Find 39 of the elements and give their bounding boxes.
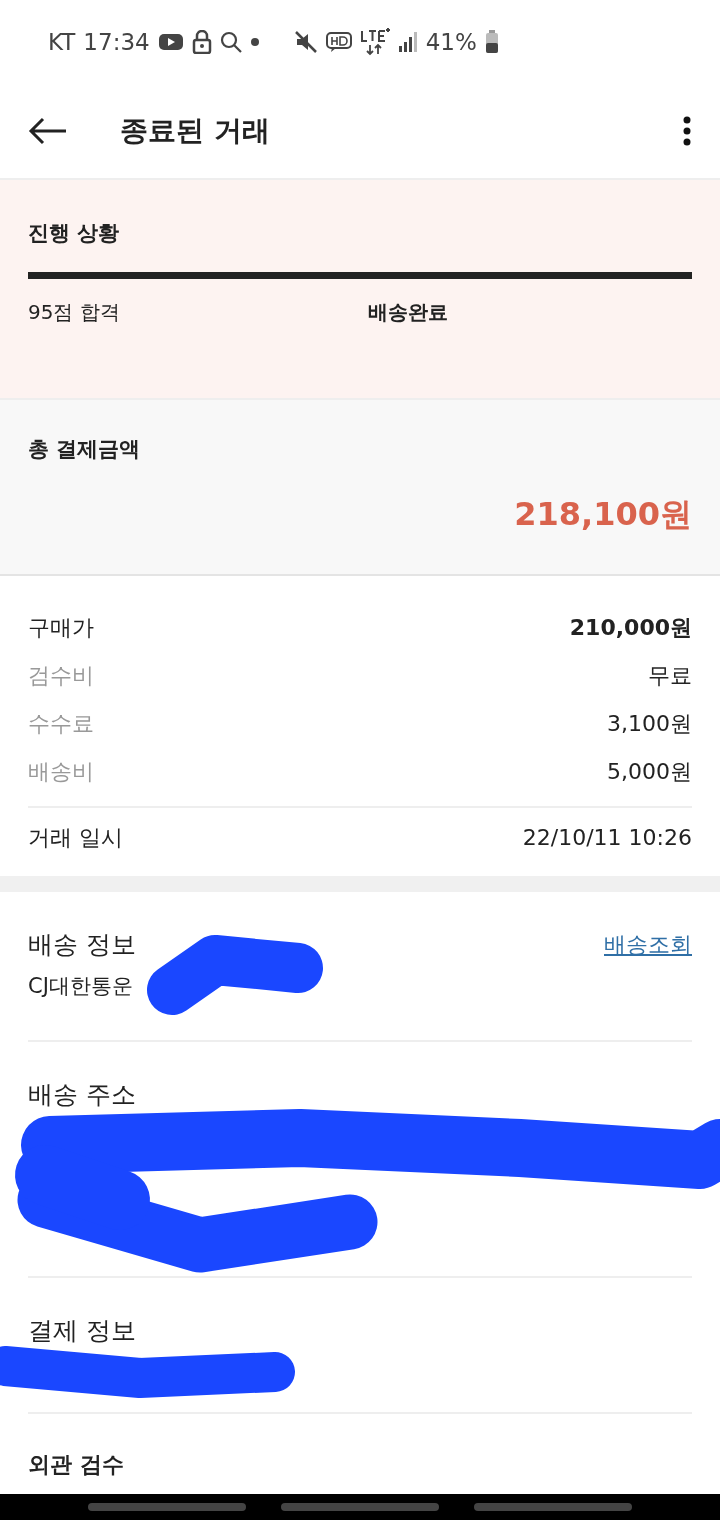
more-options-button[interactable] [682, 116, 692, 146]
courier-name: CJ대한통운 [28, 973, 134, 1000]
search-icon [219, 31, 242, 53]
clock-time: 17:34 [83, 27, 150, 57]
tracking-link[interactable]: 배송조회 [604, 927, 692, 961]
section-heading: 외관 검수 [28, 1450, 124, 1479]
section-heading: 배송 주소 [28, 1078, 136, 1111]
back-button[interactable] [28, 117, 68, 145]
section-title: 진행 상황 [28, 220, 121, 247]
section-heading: 배송 정보 [28, 928, 136, 961]
price-value: 5,000원 [607, 758, 692, 786]
total-label: 총 결제금액 [28, 436, 142, 463]
dot-icon [249, 37, 260, 47]
price-value: 무료 [648, 662, 692, 690]
date-value: 22/10/11 10:26 [522, 824, 692, 852]
price-label: 수수료 [28, 710, 94, 738]
price-label: 구매가 [28, 614, 94, 642]
navigation-handle[interactable] [474, 1503, 633, 1511]
price-value: 210,000원 [569, 614, 692, 642]
lte-signal-icon [359, 28, 390, 56]
mute-icon [293, 30, 318, 54]
section-heading: 결제 정보 [28, 1314, 136, 1347]
price-label: 검수비 [28, 662, 94, 690]
progress-step: 95점 합격 [28, 296, 120, 327]
video-play-icon [157, 32, 184, 52]
navigation-handle[interactable] [87, 1503, 246, 1511]
navigation-handle[interactable] [281, 1503, 439, 1511]
progress-step: 배송완료 [368, 296, 448, 327]
lock-icon [191, 30, 212, 54]
hd-voice-icon [325, 31, 352, 53]
price-label: 배송비 [28, 758, 94, 786]
battery-icon [484, 30, 499, 54]
page-title: 종료된 거래 [120, 114, 271, 148]
total-amount: 218,100원 [514, 493, 692, 535]
date-label: 거래 일시 [28, 824, 123, 852]
signal-bars-icon [397, 31, 418, 53]
battery-percent: 41% [425, 27, 477, 57]
carrier-name: KT [48, 27, 76, 57]
price-value: 3,100원 [607, 710, 692, 738]
